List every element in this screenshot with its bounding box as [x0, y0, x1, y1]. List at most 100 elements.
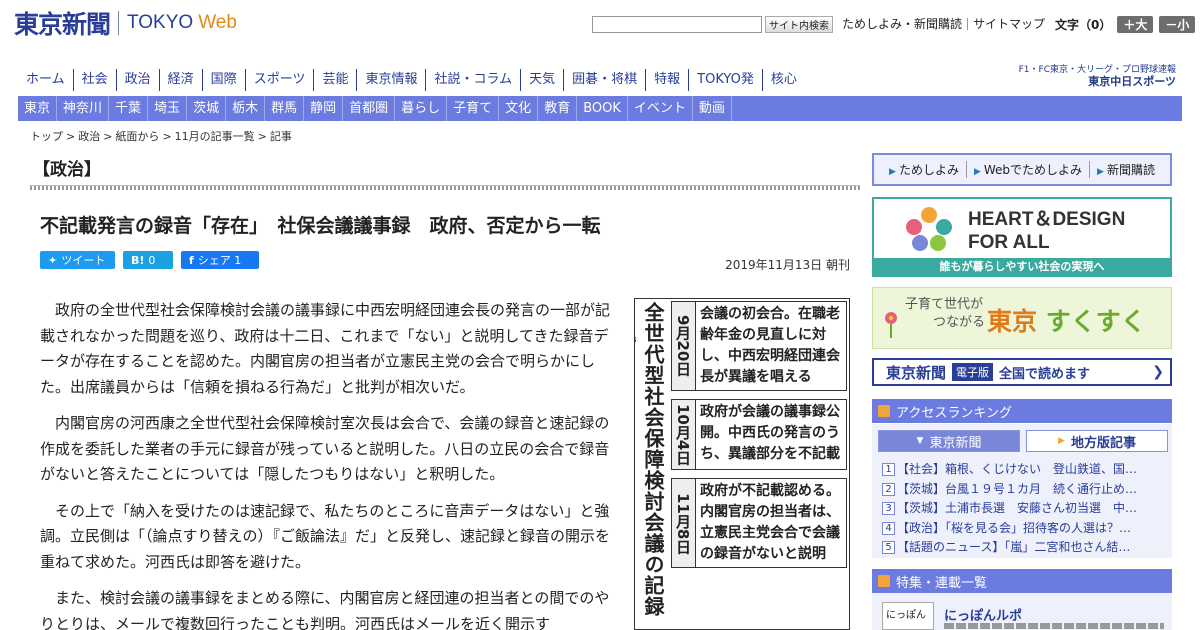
article-headline: 不記載発言の録音「存在」 社保会議議事録 政府、否定から一転: [40, 215, 601, 237]
ranking-list: 1 【社会】箱根、くじけない 登山鉄道、国… 2 【茨城】台風１９号１カ月 続く通行…: [882, 460, 1166, 558]
features-title: 特集・連載一覧: [896, 575, 988, 591]
timeline-title: 全世代型社会保障検討会議の記録を巡: [635, 302, 665, 617]
epaper-tag: 電子版: [952, 363, 994, 381]
tweet-button[interactable]: ✦ ツイート: [40, 251, 115, 269]
timeline-text: 政府が不記載認める。内閣官房の担当者は、立憲民主党会合で会議の録音がないと説明: [700, 483, 840, 563]
subnav-chiba[interactable]: 千葉: [109, 96, 149, 121]
font-larger-button[interactable]: ＋大: [1117, 15, 1154, 33]
feature-item-desc: [944, 623, 1164, 629]
timeline-row: 11月8日 政府が不記載認める。内閣官房の担当者は、立憲民主党会合で会議の録音が…: [671, 478, 847, 569]
subnav-event[interactable]: イベント: [628, 96, 693, 121]
breadcrumb-top[interactable]: トップ: [30, 130, 63, 143]
top-utility-bar: サイト内検索 ためしよみ・新聞購読 サイトマップ 文字（0） ＋大 －小: [592, 14, 1196, 34]
triangle-right-icon: ▶: [1058, 436, 1065, 446]
subnav-shutoken[interactable]: 首都圏: [343, 96, 396, 121]
nav-tokyo-info[interactable]: 東京情報: [356, 69, 425, 91]
sukusuku-title: 東京 すくすく: [987, 302, 1146, 338]
rank-number: 1: [882, 463, 895, 476]
feature-thumbnail[interactable]: にっぽん: [882, 602, 934, 630]
rank-number: 4: [882, 521, 895, 535]
subnav-ibaraki[interactable]: 茨城: [187, 96, 227, 121]
chunichi-sports-banner[interactable]: F1・FC東京・大リーグ・プロ野球速報 東京中日スポーツ: [1019, 64, 1176, 88]
ranking-tab-tokyo[interactable]: ▼ 東京新聞: [878, 430, 1020, 452]
nav-politics[interactable]: 政治: [115, 69, 159, 91]
subnav-tochigi[interactable]: 栃木: [226, 96, 266, 121]
article-date: 2019年11月13日 朝刊: [725, 258, 850, 272]
sukusuku-subtitle: 子育て世代が つながる: [905, 296, 985, 332]
nav-international[interactable]: 国際: [201, 69, 245, 91]
site-search-button[interactable]: サイト内検索: [765, 15, 833, 33]
facebook-icon: f: [189, 253, 194, 267]
triangle-right-icon: ▶: [889, 167, 896, 177]
tokyo-sukusuku-banner[interactable]: 子育て世代が つながる 東京 すくすく: [872, 287, 1172, 349]
ranking-item[interactable]: 1 【社会】箱根、くじけない 登山鉄道、国…: [882, 460, 1166, 480]
sitemap-link[interactable]: サイトマップ: [967, 18, 1050, 30]
ranking-item[interactable]: 5 【話題のニュース】「嵐」二宮和也さん結…: [882, 538, 1166, 558]
facebook-count: 1: [234, 253, 242, 267]
timeline-text: 会議の初会合。在職老齢年金の見直しに対し、中西宏明経団連会長が異議を唱える: [700, 306, 840, 385]
site-logo[interactable]: 東京新聞 TOKYO Web: [14, 6, 237, 40]
heart-design-line1: HEART＆DESIGN: [968, 209, 1126, 230]
heart-design-banner[interactable]: HEART＆DESIGN FOR ALL 誰もが暮らしやすい社会の実現へ: [872, 197, 1172, 277]
ranking-item[interactable]: 3 【茨城】土浦市長選 安藤さん初当選 中…: [882, 499, 1166, 519]
subnav-video[interactable]: 動画: [693, 96, 732, 121]
features-box: にっぽん にっぽんルポ: [872, 593, 1172, 630]
ranking-item[interactable]: 4 【政治】「桜を見る会」招待客の人選は？…: [882, 519, 1166, 539]
hatena-bookmark-button[interactable]: B! 0: [123, 251, 173, 269]
nav-editorial[interactable]: 社説・コラム: [425, 69, 520, 91]
triangle-right-icon: ▶: [1097, 167, 1104, 177]
sukusuku-subtitle-line2: つながる: [933, 315, 986, 330]
nav-kakushin[interactable]: 核心: [761, 69, 805, 91]
chevron-right-icon: ❯: [1152, 364, 1164, 380]
nav-society[interactable]: 社会: [72, 69, 116, 91]
epaper-logo: 東京新聞: [886, 363, 947, 382]
subnav-education[interactable]: 教育: [538, 96, 578, 121]
tweet-label: ツイート: [61, 254, 106, 267]
subnav-culture[interactable]: 文化: [499, 96, 539, 121]
breadcrumb-month-list[interactable]: 11月の記事一覧: [175, 130, 255, 143]
breadcrumb-paper[interactable]: 紙面から: [115, 130, 159, 143]
timeline-text: 政府が会議の議事録公開。中西氏の発言のうち、異議部分を不記載: [700, 404, 840, 462]
nav-home[interactable]: ホーム: [18, 69, 73, 91]
nav-sports[interactable]: スポーツ: [244, 69, 314, 91]
font-smaller-button[interactable]: －小: [1159, 15, 1196, 33]
timeline-date: 11月8日: [672, 479, 696, 568]
promo-subscribe-link[interactable]: ▶ 新聞購読: [1089, 161, 1162, 178]
nav-go-shogi[interactable]: 囲碁・将棋: [563, 69, 645, 91]
nav-special-report[interactable]: 特報: [645, 69, 688, 91]
subnav-life[interactable]: 暮らし: [395, 96, 448, 121]
subnav-gunma[interactable]: 群馬: [265, 96, 305, 121]
subnav-saitama[interactable]: 埼玉: [148, 96, 188, 121]
promo-web-trial-link[interactable]: ▶ Webでためしよみ: [965, 161, 1089, 178]
sukusuku-subtitle-line1: 子育て世代が: [905, 297, 984, 312]
timeline-date: 9月20日: [672, 302, 696, 390]
nav-entertainment[interactable]: 芸能: [313, 69, 356, 91]
square-bullet-icon: [878, 575, 890, 587]
promo-web-trial-label: Webでためしよみ: [983, 163, 1083, 177]
hatena-icon: B!: [131, 253, 145, 267]
sukusuku-title-sukusuku: すくすく: [1045, 307, 1146, 336]
site-search-input[interactable]: [592, 15, 762, 33]
promo-subscribe-label: 新聞購読: [1106, 163, 1155, 177]
subnav-tokyo[interactable]: 東京: [18, 96, 58, 121]
feature-item-title[interactable]: にっぽんルポ: [944, 605, 1022, 624]
article-paragraph: また、検討会議の議事録をまとめる際に、内閣官房と経団連の担当者との間でのやりとり…: [40, 589, 610, 630]
epaper-banner[interactable]: 東京新聞 電子版 全国で読めます ❯: [872, 358, 1172, 386]
subnav-parenting[interactable]: 子育て: [447, 96, 500, 121]
subnav-kanagawa[interactable]: 神奈川: [57, 96, 110, 121]
logo-jp: 東京新聞: [14, 10, 111, 39]
breadcrumb-politics[interactable]: 政治: [78, 130, 100, 143]
article-paragraph: 政府の全世代型社会保障検討会議の議事録に中西宏明経団連会長の発言の一部が記載され…: [40, 301, 611, 396]
nav-weather[interactable]: 天気: [520, 69, 563, 91]
subnav-book[interactable]: BOOK: [577, 96, 628, 121]
facebook-share-button[interactable]: f シェア 1: [181, 251, 259, 269]
trial-subscribe-link[interactable]: ためしよみ・新聞購読: [837, 18, 967, 30]
subscription-promo-bar: ▶ ためしよみ ▶ Webでためしよみ ▶ 新聞購読: [872, 153, 1172, 186]
nav-tokyo-hatsu[interactable]: TOKYO発: [688, 69, 762, 91]
subnav-shizuoka[interactable]: 静岡: [304, 96, 344, 121]
ranking-item[interactable]: 2 【茨城】台風１９号１カ月 続く通行止め…: [882, 480, 1166, 500]
promo-trial-link[interactable]: ▶ ためしよみ: [882, 161, 966, 178]
ranking-tab-local[interactable]: ▶ 地方版記事: [1026, 430, 1168, 452]
heart-design-tagline: 誰もが暮らしやすい社会の実現へ: [874, 258, 1170, 275]
nav-economy[interactable]: 経済: [158, 69, 202, 91]
